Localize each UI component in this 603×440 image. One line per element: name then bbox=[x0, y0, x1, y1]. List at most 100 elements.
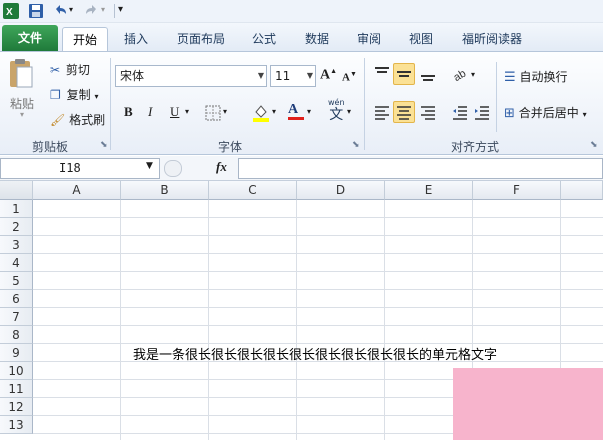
column-header[interactable]: A bbox=[33, 181, 121, 200]
shrink-font-button[interactable]: A▼ bbox=[342, 70, 357, 84]
column-header[interactable] bbox=[561, 181, 603, 200]
formula-input[interactable] bbox=[238, 158, 603, 179]
wrap-text-icon: ☰ bbox=[504, 70, 516, 85]
column-header[interactable]: D bbox=[297, 181, 385, 200]
row-header[interactable]: 4 bbox=[0, 254, 33, 272]
phonetic-button[interactable]: wén 文 bbox=[328, 98, 345, 122]
text-orientation-icon: ab bbox=[452, 68, 468, 81]
phonetic-dropdown-icon[interactable]: ▾ bbox=[347, 107, 351, 116]
row-header[interactable]: 11 bbox=[0, 380, 33, 398]
decrease-indent-button[interactable] bbox=[452, 104, 468, 120]
formula-bar-grip[interactable] bbox=[164, 160, 182, 177]
font-color-button[interactable]: A bbox=[288, 102, 304, 120]
shrink-font-label: A bbox=[342, 71, 350, 84]
row-header[interactable]: 5 bbox=[0, 272, 33, 290]
underline-button[interactable]: U bbox=[170, 104, 179, 120]
merge-dropdown-icon: ▾ bbox=[582, 110, 587, 119]
paste-dropdown-icon[interactable]: ▾ bbox=[20, 110, 24, 119]
copy-dropdown-icon: ▾ bbox=[94, 92, 99, 101]
orientation-dropdown-icon[interactable]: ▾ bbox=[471, 70, 475, 79]
font-color-swatch bbox=[288, 117, 304, 120]
bold-button[interactable]: B bbox=[124, 104, 133, 120]
italic-button[interactable]: I bbox=[148, 104, 152, 120]
clipboard-launcher-icon[interactable]: ⬊ bbox=[100, 140, 108, 150]
tab-file[interactable]: 文件 bbox=[2, 25, 58, 51]
fill-color-button[interactable] bbox=[252, 103, 270, 123]
chevron-down-icon: ▼ bbox=[257, 71, 264, 80]
align-middle-icon bbox=[397, 71, 411, 77]
watermark-overlay bbox=[453, 368, 603, 440]
underline-dropdown-icon[interactable]: ▾ bbox=[185, 107, 189, 116]
copy-label: 复制 bbox=[66, 88, 91, 102]
align-center-button[interactable] bbox=[393, 101, 415, 123]
increase-indent-button[interactable] bbox=[474, 104, 490, 120]
clipboard-group-label: 剪贴板 bbox=[31, 140, 68, 154]
insert-function-button[interactable]: fx bbox=[216, 159, 227, 175]
grow-font-button[interactable]: A▲ bbox=[320, 67, 337, 84]
row-header[interactable]: 6 bbox=[0, 290, 33, 308]
copy-button[interactable]: ❐ 复制 ▾ bbox=[50, 86, 98, 103]
align-top-icon bbox=[375, 67, 389, 73]
borders-button[interactable] bbox=[205, 105, 221, 121]
align-bottom-button[interactable] bbox=[420, 66, 436, 82]
undo-icon[interactable] bbox=[52, 3, 68, 19]
name-box-dropdown-icon[interactable]: ▼ bbox=[146, 161, 153, 171]
format-painter-button[interactable]: 🖌 格式刷 bbox=[50, 111, 105, 128]
name-box[interactable]: I18 bbox=[0, 158, 160, 179]
alignment-group-label: 对齐方式 bbox=[450, 140, 499, 154]
excel-logo-icon: X bbox=[3, 3, 19, 19]
font-launcher-icon[interactable]: ⬊ bbox=[352, 140, 360, 150]
font-size-combo[interactable]: 11 ▼ bbox=[270, 65, 316, 87]
chevron-down-icon: ▼ bbox=[306, 71, 313, 80]
tab-formulas[interactable]: 公式 bbox=[242, 27, 286, 51]
merge-center-button[interactable]: ⊞ 合并后居中 ▾ bbox=[504, 104, 587, 121]
fill-bucket-icon bbox=[253, 105, 269, 122]
row-header[interactable]: 12 bbox=[0, 398, 33, 416]
redo-dropdown-icon[interactable]: ▾ bbox=[101, 5, 109, 21]
align-center-icon bbox=[397, 106, 411, 120]
cut-label: 剪切 bbox=[65, 63, 90, 77]
alignment-launcher-icon[interactable]: ⬊ bbox=[590, 140, 598, 150]
font-color-dropdown-icon[interactable]: ▾ bbox=[307, 107, 311, 116]
align-middle-button[interactable] bbox=[393, 63, 415, 85]
font-size-value: 11 bbox=[275, 69, 291, 83]
tab-foxit-reader[interactable]: 福昕阅读器 bbox=[452, 27, 532, 51]
row-header[interactable]: 8 bbox=[0, 326, 33, 344]
redo-icon[interactable] bbox=[84, 3, 100, 19]
long-cell-text[interactable]: 我是一条很长很长很长很长很长很长很长很长很长的单元格文字 bbox=[133, 344, 497, 363]
undo-dropdown-icon[interactable]: ▾ bbox=[69, 5, 77, 21]
column-header[interactable]: C bbox=[209, 181, 297, 200]
column-header[interactable]: E bbox=[385, 181, 473, 200]
wrap-text-button[interactable]: ☰ 自动换行 bbox=[504, 68, 568, 85]
save-icon[interactable] bbox=[28, 3, 44, 19]
row-header[interactable]: 2 bbox=[0, 218, 33, 236]
row-header[interactable]: 10 bbox=[0, 362, 33, 380]
row-header[interactable]: 13 bbox=[0, 416, 33, 434]
merge-center-icon: ⊞ bbox=[504, 106, 515, 121]
column-header[interactable]: F bbox=[473, 181, 561, 200]
orientation-button[interactable]: ab bbox=[452, 65, 470, 81]
font-name-combo[interactable]: 宋体 ▼ bbox=[115, 65, 267, 87]
tab-review[interactable]: 审阅 bbox=[346, 27, 392, 51]
paste-button[interactable] bbox=[8, 58, 34, 90]
column-header[interactable]: B bbox=[121, 181, 209, 200]
tab-page-layout[interactable]: 页面布局 bbox=[168, 27, 234, 51]
tab-insert[interactable]: 插入 bbox=[112, 27, 160, 51]
fill-color-dropdown-icon[interactable]: ▾ bbox=[272, 107, 276, 116]
row-header[interactable]: 9 bbox=[0, 344, 33, 362]
customize-qat-button[interactable]: ▾ bbox=[118, 4, 128, 20]
tab-data[interactable]: 数据 bbox=[294, 27, 340, 51]
align-left-button[interactable] bbox=[374, 104, 390, 120]
borders-dropdown-icon[interactable]: ▾ bbox=[223, 107, 227, 116]
row-header[interactable]: 1 bbox=[0, 200, 33, 218]
cut-button[interactable]: ✂ 剪切 bbox=[50, 61, 90, 78]
tab-view[interactable]: 视图 bbox=[398, 27, 444, 51]
row-header[interactable]: 7 bbox=[0, 308, 33, 326]
align-right-button[interactable] bbox=[420, 104, 436, 120]
tab-home[interactable]: 开始 bbox=[62, 27, 108, 51]
font-group-label: 字体 bbox=[217, 140, 242, 154]
row-header[interactable]: 3 bbox=[0, 236, 33, 254]
align-top-button[interactable] bbox=[374, 66, 390, 82]
select-all-corner[interactable] bbox=[0, 181, 33, 200]
ribbon-tab-bar: 文件 开始 插入 页面布局 公式 数据 审阅 视图 福昕阅读器 bbox=[0, 23, 603, 51]
